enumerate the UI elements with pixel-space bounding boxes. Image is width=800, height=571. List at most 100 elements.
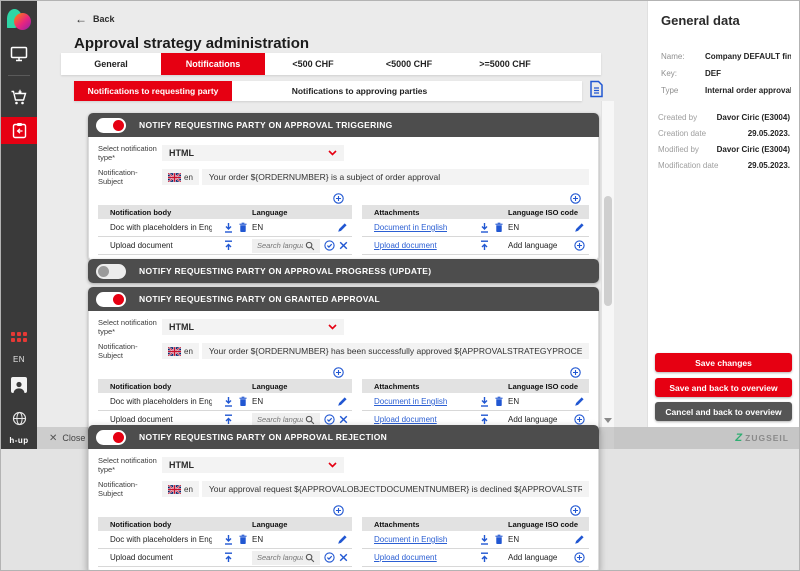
download-icon[interactable] <box>223 396 234 407</box>
subject-input[interactable] <box>202 169 589 185</box>
add-language-button[interactable] <box>574 240 585 251</box>
upload-icon[interactable] <box>479 240 490 251</box>
add-notification-body-button[interactable] <box>333 193 344 204</box>
cancel-and-back-button[interactable]: Cancel and back to overview <box>655 402 792 421</box>
delete-icon[interactable] <box>494 222 504 233</box>
back-button[interactable]: ← Back <box>75 12 115 26</box>
download-icon[interactable] <box>223 222 234 233</box>
panel-header[interactable]: NOTIFY REQUESTING PARTY ON APPROVAL PROG… <box>88 259 599 283</box>
dashboard-monitor-icon[interactable] <box>1 42 37 66</box>
notification-type-value: HTML <box>169 148 194 158</box>
subtab-approving-parties[interactable]: Notifications to approving parties <box>232 81 487 101</box>
confirm-icon[interactable] <box>324 240 335 251</box>
cancel-icon[interactable] <box>339 553 348 562</box>
field-name: Name: Company DEFAULT financial ... <box>648 52 799 61</box>
edit-icon[interactable] <box>574 222 585 233</box>
edit-icon[interactable] <box>337 396 348 407</box>
notification-type-select[interactable]: HTML <box>162 457 344 473</box>
iso-code-value: EN <box>508 535 519 544</box>
notify-toggle[interactable] <box>96 292 126 307</box>
close-button[interactable]: ✕ Close <box>49 433 85 444</box>
scrollbar-thumb[interactable] <box>604 196 612 306</box>
save-changes-button[interactable]: Save changes <box>655 353 792 372</box>
language-selector[interactable]: EN <box>13 355 25 364</box>
tab-general[interactable]: General <box>61 53 161 75</box>
download-icon[interactable] <box>223 534 234 545</box>
table-row: Document in English EN <box>362 219 589 237</box>
tab-lt500chf[interactable]: <500 CHF <box>265 53 361 75</box>
panel-header[interactable]: NOTIFY REQUESTING PARTY ON APPROVAL TRIG… <box>88 113 599 137</box>
notification-panel: NOTIFY REQUESTING PARTY ON APPROVAL PROG… <box>88 259 599 283</box>
tab-notifications[interactable]: Notifications <box>161 53 265 75</box>
language-search-input[interactable] <box>255 552 305 563</box>
language-search-input[interactable] <box>255 240 305 251</box>
add-notification-body-button[interactable] <box>333 505 344 516</box>
cancel-icon[interactable] <box>339 241 348 250</box>
edit-icon[interactable] <box>337 534 348 545</box>
subtab-requesting-party[interactable]: Notifications to requesting party <box>74 81 232 101</box>
notification-type-select[interactable]: HTML <box>162 319 344 335</box>
notification-type-select[interactable]: HTML <box>162 145 344 161</box>
edit-icon[interactable] <box>574 396 585 407</box>
sidebar-item-approvals-active[interactable] <box>1 117 37 144</box>
panel-header[interactable]: NOTIFY REQUESTING PARTY ON GRANTED APPRO… <box>88 287 599 311</box>
upload-document-link[interactable]: Upload document <box>374 553 437 562</box>
app-logo-icon[interactable] <box>7 9 31 33</box>
scrollbar-down-arrow[interactable] <box>604 418 612 423</box>
delete-icon[interactable] <box>238 534 248 545</box>
notify-toggle[interactable] <box>96 118 126 133</box>
add-notification-body-button[interactable] <box>333 367 344 378</box>
download-icon[interactable] <box>479 222 490 233</box>
edit-icon[interactable] <box>574 534 585 545</box>
add-attachment-button[interactable] <box>570 367 581 378</box>
cart-icon[interactable] <box>1 85 37 109</box>
save-and-back-button[interactable]: Save and back to overview <box>655 378 792 397</box>
add-attachment-button[interactable] <box>570 193 581 204</box>
panel-header[interactable]: NOTIFY REQUESTING PARTY ON APPROVAL REJE… <box>88 425 599 449</box>
notify-toggle[interactable] <box>96 430 126 445</box>
upload-icon[interactable] <box>223 240 234 251</box>
notification-body-table: Notification body Language Doc with plac… <box>98 192 352 255</box>
download-icon[interactable] <box>479 534 490 545</box>
delete-icon[interactable] <box>238 396 248 407</box>
user-avatar[interactable] <box>1 373 37 397</box>
delete-icon[interactable] <box>238 222 248 233</box>
document-name: Doc with placeholders in Engli... <box>110 535 212 544</box>
apps-grid-icon[interactable] <box>1 325 37 349</box>
notify-toggle[interactable] <box>96 264 126 279</box>
attachment-document-link[interactable]: Document in English <box>374 223 447 232</box>
upload-icon[interactable] <box>223 552 234 563</box>
upload-icon[interactable] <box>223 414 234 425</box>
attachment-document-link[interactable]: Document in English <box>374 535 447 544</box>
subject-language-code: en <box>184 485 193 494</box>
add-language-button[interactable] <box>574 414 585 425</box>
add-attachment-button[interactable] <box>570 505 581 516</box>
upload-document-link[interactable]: Upload document <box>374 241 437 250</box>
search-icon[interactable] <box>305 415 315 425</box>
delete-icon[interactable] <box>494 396 504 407</box>
edit-icon[interactable] <box>337 222 348 233</box>
upload-icon[interactable] <box>479 552 490 563</box>
search-icon[interactable] <box>305 241 315 251</box>
subject-label: Notification-Subject <box>98 168 162 186</box>
document-preview-icon[interactable] <box>589 80 604 103</box>
add-language-button[interactable] <box>574 552 585 563</box>
search-icon[interactable] <box>305 553 315 563</box>
attachment-document-link[interactable]: Document in English <box>374 397 447 406</box>
language-search-input[interactable] <box>255 414 305 425</box>
vertical-scrollbar[interactable] <box>601 101 614 427</box>
download-icon[interactable] <box>479 396 490 407</box>
upload-document-link[interactable]: Upload document <box>374 415 437 424</box>
confirm-icon[interactable] <box>324 552 335 563</box>
notification-type-value: HTML <box>169 322 194 332</box>
subject-input[interactable] <box>202 481 589 497</box>
subject-language-code: en <box>184 173 193 182</box>
upload-icon[interactable] <box>479 414 490 425</box>
subject-input[interactable] <box>202 343 589 359</box>
cancel-icon[interactable] <box>339 415 348 424</box>
confirm-icon[interactable] <box>324 414 335 425</box>
tab-lt5000chf[interactable]: <5000 CHF <box>361 53 457 75</box>
tab-gte5000chf[interactable]: >=5000 CHF <box>457 53 553 75</box>
globe-icon[interactable] <box>1 406 37 430</box>
delete-icon[interactable] <box>494 534 504 545</box>
